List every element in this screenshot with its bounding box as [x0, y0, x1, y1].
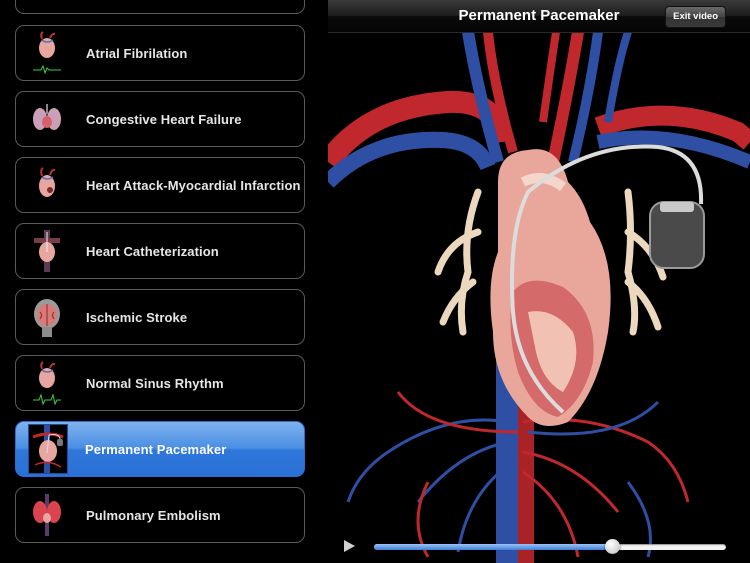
list-item-pulmonary-embolism[interactable]: Pulmonary Embolism: [15, 487, 305, 543]
list-item-label: Heart Attack-Myocardial Infarction: [86, 177, 301, 193]
video-player[interactable]: Permanent Pacemaker Exit video: [328, 0, 750, 563]
list-item-ischemic-stroke[interactable]: Ischemic Stroke: [15, 289, 305, 345]
lungs-icon: [30, 492, 64, 538]
list-item-label: Congestive Heart Failure: [86, 111, 242, 127]
list-item[interactable]: [15, 0, 305, 14]
list-item-permanent-pacemaker[interactable]: Permanent Pacemaker: [15, 421, 305, 477]
list-item-label: Atrial Fibrilation: [86, 45, 188, 61]
list-item-normal-sinus-rhythm[interactable]: Normal Sinus Rhythm: [15, 355, 305, 411]
heart-ecg-icon: [30, 360, 64, 406]
heart-icon: [30, 162, 64, 208]
play-button[interactable]: [344, 540, 355, 552]
list-item-label: Normal Sinus Rhythm: [86, 375, 224, 391]
list-item-label: Ischemic Stroke: [86, 309, 188, 325]
slider-knob[interactable]: [604, 539, 620, 554]
progress-fill: [374, 544, 612, 550]
pacemaker-heart-icon: [28, 424, 68, 474]
heart-ecg-icon: [30, 30, 64, 76]
playback-controls: [328, 530, 750, 563]
topic-thumbnail-icon: [30, 0, 64, 9]
catheter-heart-icon: [30, 228, 64, 274]
list-item-congestive-heart-failure[interactable]: Congestive Heart Failure: [15, 91, 305, 147]
video-title-bar: Permanent Pacemaker Exit video: [328, 0, 750, 33]
pacemaker-animation-frame: [328, 32, 750, 563]
lungs-heart-icon: [30, 96, 64, 142]
list-item-heart-catheterization[interactable]: Heart Catheterization: [15, 223, 305, 279]
list-item-heart-attack[interactable]: Heart Attack-Myocardial Infarction: [15, 157, 305, 213]
topic-list: Atrial Fibrilation Congestive Heart Fail…: [0, 0, 328, 563]
brain-icon: [30, 294, 64, 340]
list-item-label: Pulmonary Embolism: [86, 507, 221, 523]
list-item-atrial-fibrilation[interactable]: Atrial Fibrilation: [15, 25, 305, 81]
list-item-label: Heart Catheterization: [86, 243, 219, 259]
exit-video-button[interactable]: Exit video: [665, 6, 726, 28]
list-item-label: Permanent Pacemaker: [85, 441, 227, 457]
progress-slider[interactable]: [374, 539, 726, 554]
